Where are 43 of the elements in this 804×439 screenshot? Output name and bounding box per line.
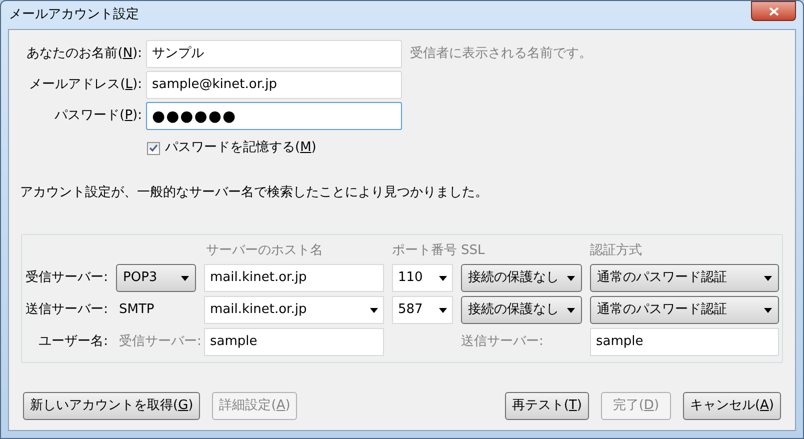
input-field[interactable]: sample@kinet.or.jp bbox=[146, 71, 402, 99]
dropdown[interactable]: 接続の保護なし bbox=[461, 296, 582, 324]
protocol-label: SMTP bbox=[118, 301, 156, 320]
dropdown[interactable]: 接続の保護なし bbox=[461, 264, 582, 292]
caret-icon bbox=[439, 276, 447, 280]
status-message: アカウント設定が、一般的なサーバー名で検索したことにより見つかりました。 bbox=[20, 184, 489, 202]
caret-icon bbox=[567, 276, 575, 280]
input-field[interactable]: sample bbox=[204, 328, 384, 356]
checkbox[interactable] bbox=[147, 142, 160, 154]
input-field[interactable]: mail.kinet.or.jp bbox=[204, 264, 384, 292]
caret-icon bbox=[567, 308, 575, 312]
field-label: 受信サーバー: bbox=[25, 269, 108, 288]
column-header: SSL bbox=[461, 242, 486, 260]
field-label: メールアドレス(L): bbox=[28, 76, 142, 94]
combo-box[interactable]: 110 bbox=[392, 264, 453, 292]
dialog-button[interactable]: キャンセル(A) bbox=[682, 392, 781, 420]
dropdown[interactable]: POP3 bbox=[116, 264, 196, 292]
checkbox-label: パスワードを記憶する(M) bbox=[165, 139, 316, 158]
hint-text: 受信者に表示される名前です。 bbox=[410, 45, 593, 64]
input-field[interactable]: ●●●●●● bbox=[146, 102, 402, 130]
close-icon bbox=[768, 6, 778, 16]
column-header: 認証方式 bbox=[590, 242, 643, 260]
field-label: あなたのお名前(N): bbox=[26, 45, 142, 64]
dropdown[interactable]: 通常のパスワード認証 bbox=[590, 296, 779, 324]
dialog-button[interactable]: 新しいアカウントを取得(G) bbox=[23, 392, 200, 420]
caret-icon bbox=[370, 308, 378, 312]
caret-icon bbox=[439, 308, 447, 312]
field-label: パスワード(P): bbox=[54, 107, 142, 126]
caret-icon bbox=[764, 308, 772, 312]
combo-box[interactable]: mail.kinet.or.jp bbox=[204, 296, 384, 324]
input-field[interactable]: sample bbox=[590, 328, 779, 356]
field-label: ユーザー名: bbox=[38, 333, 108, 352]
close-button[interactable] bbox=[751, 1, 796, 21]
dropdown[interactable]: 通常のパスワード認証 bbox=[590, 264, 779, 292]
field-label: 送信サーバー: bbox=[461, 333, 544, 352]
window-title: メールアカウント設定 bbox=[8, 6, 139, 24]
combo-box[interactable]: 587 bbox=[392, 296, 453, 324]
dialog-button[interactable]: 再テスト(T) bbox=[504, 392, 589, 420]
field-label: 送信サーバー: bbox=[25, 301, 108, 320]
input-field[interactable]: サンプル bbox=[146, 40, 402, 68]
column-header: サーバーのホスト名 bbox=[205, 242, 324, 260]
caret-icon bbox=[764, 276, 772, 280]
caret-icon bbox=[181, 276, 189, 280]
